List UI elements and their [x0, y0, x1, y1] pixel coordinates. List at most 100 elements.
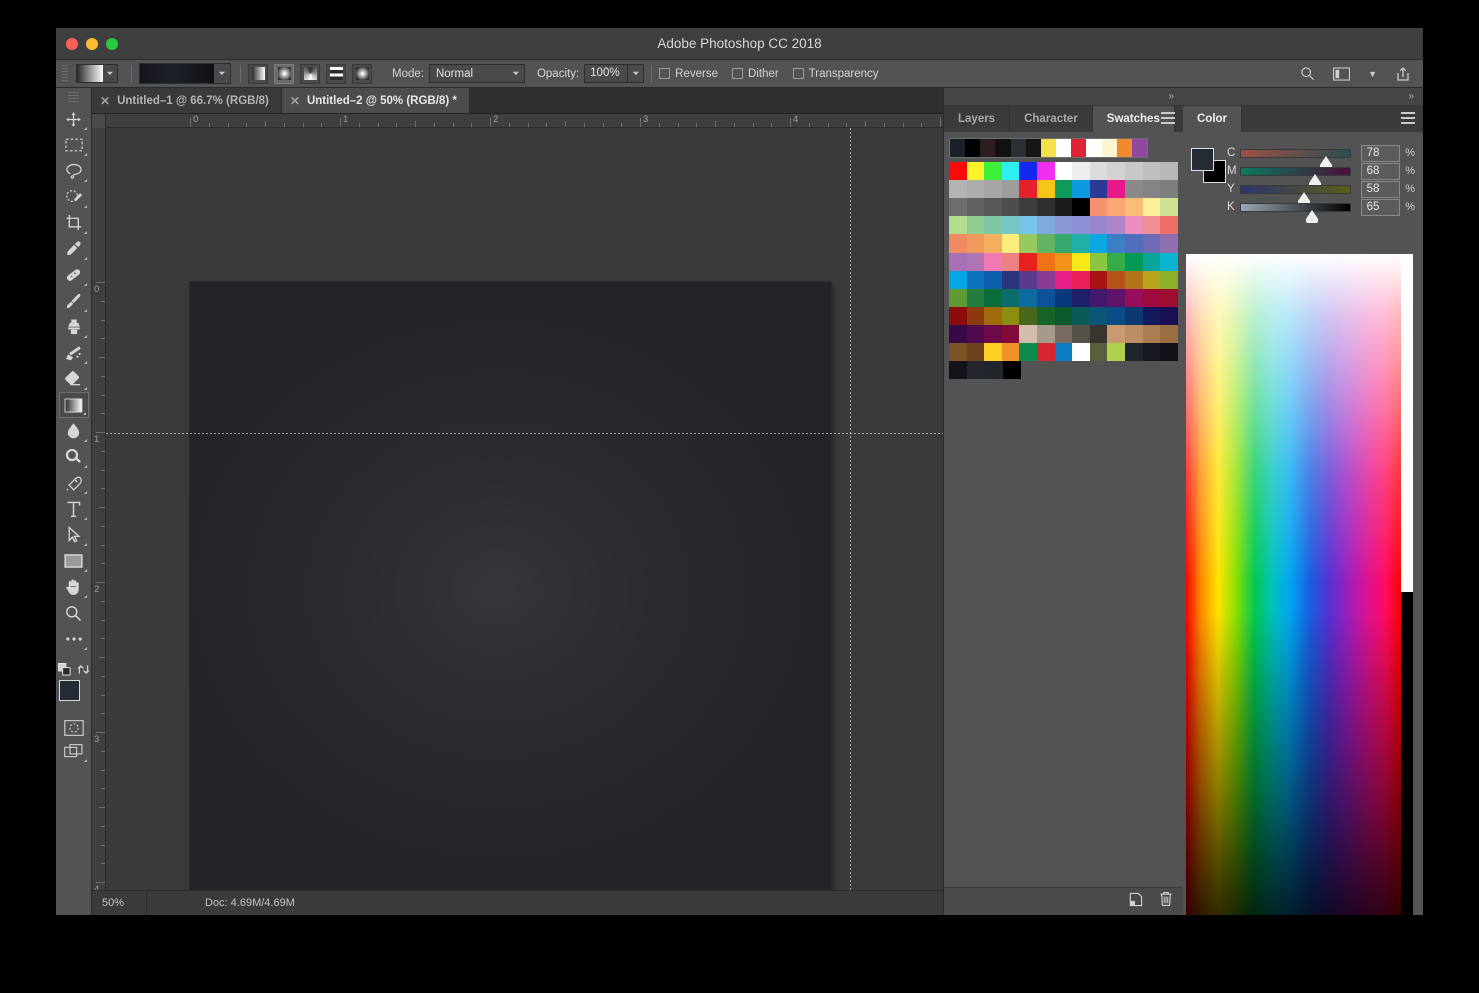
swatch-cell[interactable] [967, 361, 986, 380]
swatch-cell[interactable] [1056, 139, 1072, 158]
swatch-cell[interactable] [1142, 270, 1161, 289]
swap-colors-icon[interactable] [77, 663, 90, 676]
swatch-cell[interactable] [1160, 343, 1178, 362]
swatch-cell[interactable] [1001, 234, 1020, 253]
swatch-cell[interactable] [1040, 139, 1057, 158]
panel-menu-icon[interactable] [1401, 112, 1415, 124]
brush-tool[interactable] [59, 288, 89, 314]
ramp-white-chip[interactable] [1401, 254, 1413, 592]
swatch-cell[interactable] [949, 361, 968, 380]
swatch-cell[interactable] [1019, 324, 1038, 344]
move-tool[interactable] [59, 106, 89, 132]
swatch-cell[interactable] [1089, 252, 1108, 271]
swatch-cell[interactable] [1089, 180, 1108, 199]
swatch-cell[interactable] [1142, 162, 1161, 181]
color-spectrum-ramp[interactable] [1186, 254, 1401, 915]
lasso-tool[interactable] [59, 158, 89, 184]
swatch-cell[interactable] [1125, 198, 1143, 217]
swatch-cell[interactable] [984, 306, 1002, 325]
swatch-cell[interactable] [1089, 216, 1108, 235]
path-selection-tool[interactable] [59, 522, 89, 548]
transparency-checkbox[interactable]: Transparency [792, 68, 879, 80]
swatch-cell[interactable] [1142, 180, 1161, 199]
swatch-cell[interactable] [984, 216, 1002, 235]
ramp-black-chip[interactable] [1401, 592, 1413, 915]
screen-mode-icon[interactable] [59, 740, 89, 764]
collapse-panels-icon[interactable]: » [1408, 91, 1414, 102]
chevron-down-icon[interactable]: ▼ [1368, 69, 1377, 79]
swatch-cell[interactable] [1107, 288, 1126, 307]
swatch-cell[interactable] [995, 139, 1011, 158]
swatch-cell[interactable] [1160, 180, 1178, 199]
swatch-cell[interactable] [1054, 288, 1073, 307]
swatch-cell[interactable] [1037, 306, 1055, 325]
swatch-cell[interactable] [1107, 162, 1126, 181]
swatch-cell[interactable] [966, 162, 985, 181]
swatch-cell[interactable] [1089, 270, 1108, 289]
color-slider-y[interactable]: Y 58% [1227, 180, 1415, 205]
swatch-cell[interactable] [1072, 180, 1090, 199]
swatch-cell[interactable] [1072, 343, 1090, 362]
delete-swatch-icon[interactable] [1159, 891, 1173, 912]
color-slider-track[interactable] [1239, 166, 1351, 187]
horizontal-ruler[interactable]: 0 1 2 3 4 [92, 114, 991, 128]
search-icon[interactable] [1300, 66, 1315, 81]
diamond-gradient-button[interactable] [352, 63, 372, 84]
swatch-cell[interactable] [1001, 324, 1020, 344]
swatch-cell[interactable] [1037, 270, 1055, 289]
gradient-preview-swatch[interactable] [140, 64, 214, 83]
opacity-control[interactable]: 100% [584, 64, 645, 83]
horizontal-guide[interactable] [106, 433, 991, 434]
blend-mode-select[interactable]: Normal [428, 64, 525, 83]
gradient-preview-picker[interactable] [139, 63, 231, 84]
color-slider-value[interactable]: 58 [1360, 180, 1401, 198]
swatch-cell[interactable] [1001, 162, 1020, 181]
swatch-cell[interactable] [1125, 343, 1143, 362]
swatch-cell[interactable] [1107, 180, 1126, 199]
document-tab-untitled-1[interactable]: ✕ Untitled–1 @ 66.7% (RGB/8) [92, 88, 282, 113]
swatch-cell[interactable] [1054, 162, 1073, 181]
zoom-level[interactable]: 50% [92, 891, 147, 915]
horizontal-type-tool[interactable] [59, 496, 89, 522]
swatch-cell[interactable] [984, 180, 1002, 199]
close-icon[interactable]: ✕ [290, 95, 300, 107]
swatch-cell[interactable] [1054, 198, 1073, 217]
swatch-cell[interactable] [1072, 162, 1090, 181]
panel-collapse-bar[interactable]: » [1183, 88, 1423, 106]
swatch-cell[interactable] [1054, 324, 1073, 344]
zoom-tool[interactable] [59, 600, 89, 626]
color-slider-track[interactable] [1239, 202, 1351, 223]
swatch-cell[interactable] [1071, 139, 1087, 158]
swatch-cell[interactable] [1101, 139, 1117, 158]
swatch-cell[interactable] [1037, 162, 1055, 181]
eraser-tool[interactable] [59, 366, 89, 392]
dither-checkbox[interactable]: Dither [731, 68, 779, 80]
foreground-color-swatch[interactable] [1191, 148, 1214, 171]
swatch-cell[interactable] [1037, 343, 1055, 362]
swatch-cell[interactable] [984, 234, 1002, 253]
linear-gradient-button[interactable] [248, 63, 268, 84]
chevron-down-icon[interactable] [214, 64, 230, 83]
color-slider-value[interactable]: 68 [1360, 162, 1401, 180]
color-slider-c[interactable]: C 78% [1227, 144, 1415, 169]
swatch-cell[interactable] [1037, 216, 1055, 235]
swatch-cell[interactable] [1019, 252, 1038, 271]
options-bar-grip[interactable] [62, 64, 68, 83]
opacity-input[interactable]: 100% [584, 64, 629, 83]
pen-tool[interactable] [59, 470, 89, 496]
swatch-cell[interactable] [1089, 198, 1108, 217]
ruler-origin-corner[interactable] [92, 114, 106, 128]
swatch-cell[interactable] [1107, 234, 1126, 253]
swatch-cell[interactable] [1054, 234, 1073, 253]
swatch-cell[interactable] [1160, 234, 1178, 253]
swatch-cell[interactable] [1107, 270, 1126, 289]
swatch-cell[interactable] [1131, 139, 1148, 158]
swatch-cell[interactable] [966, 270, 985, 289]
swatch-cell[interactable] [1019, 343, 1038, 362]
share-icon[interactable] [1395, 66, 1411, 82]
canvas-stage[interactable] [106, 128, 991, 890]
swatch-cell[interactable] [1160, 216, 1178, 235]
swatch-cell[interactable] [1107, 343, 1126, 362]
swatch-cell[interactable] [1003, 361, 1022, 380]
swatch-cell[interactable] [1054, 216, 1073, 235]
